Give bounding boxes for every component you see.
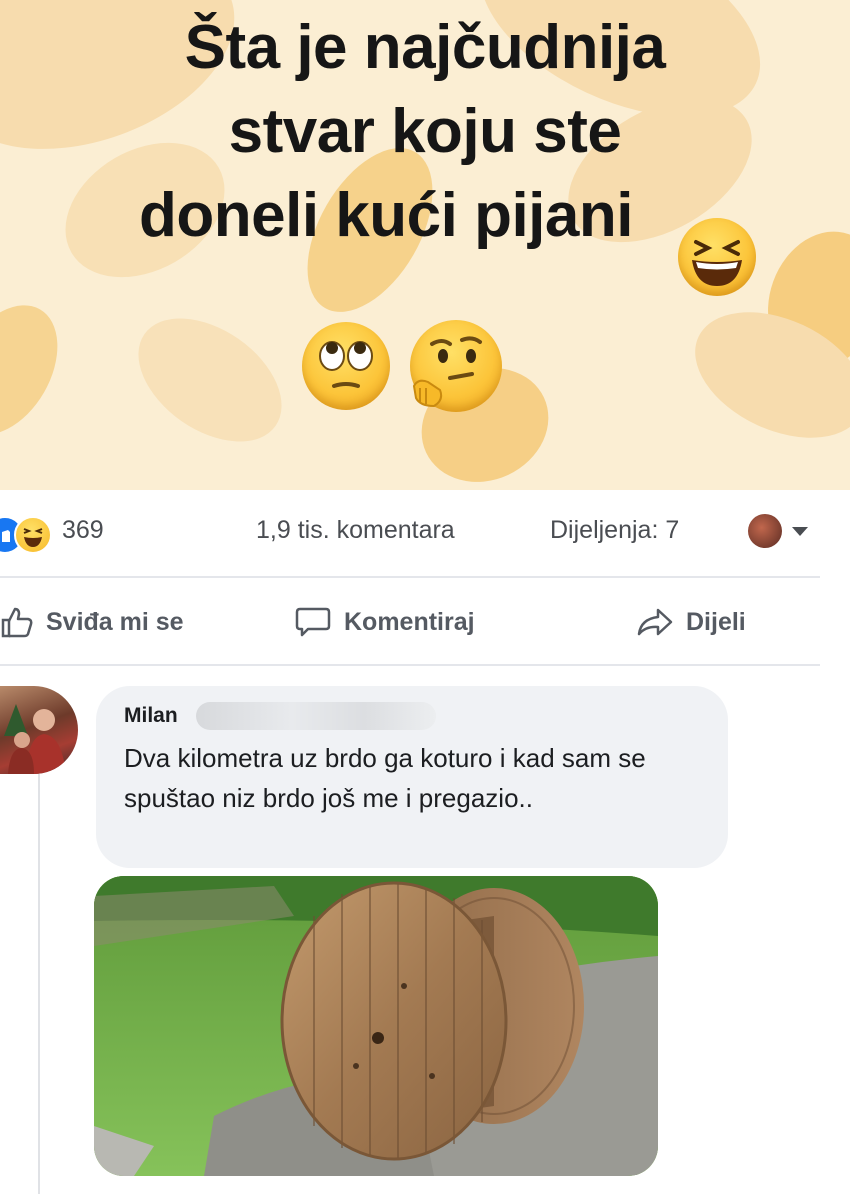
haha-reaction-icon (14, 516, 52, 554)
post-title-line: stvar koju ste (228, 97, 622, 166)
chevron-down-icon[interactable] (792, 527, 808, 536)
like-button-label: Sviđa mi se (46, 607, 184, 636)
share-arrow-icon (637, 608, 673, 636)
comment-author[interactable]: Milan (124, 704, 178, 728)
comment-photo[interactable] (94, 876, 658, 1176)
share-button-label: Dijeli (686, 607, 746, 636)
comment-button[interactable]: Komentiraj (294, 600, 475, 644)
page-avatar-selector[interactable] (748, 514, 782, 548)
comment-text: Dva kilometra uz brdo ga koturo i kad sa… (124, 743, 646, 813)
divider (0, 664, 820, 666)
thread-line (38, 774, 40, 1194)
rolling-eyes-emoji-icon (302, 322, 390, 410)
redacted-surname (196, 702, 436, 730)
comment-button-label: Komentiraj (344, 607, 475, 636)
like-button[interactable]: Sviđa mi se (0, 600, 184, 644)
share-button[interactable]: Dijeli (636, 600, 746, 644)
reactions-count[interactable]: 369 (62, 516, 104, 545)
post-banner: Šta je najčudnija stvar koju ste doneli … (0, 0, 850, 490)
comment-icon (295, 607, 331, 637)
comments-count[interactable]: 1,9 tis. komentara (256, 516, 455, 545)
thumbs-up-icon (1, 607, 33, 638)
post-stats: 369 1,9 tis. komentara Dijeljenja: 7 (0, 500, 850, 564)
post-title-line: Šta je najčudnija (184, 13, 666, 82)
thinking-emoji-icon (410, 320, 502, 412)
shares-count[interactable]: Dijeljenja: 7 (550, 516, 679, 545)
comment-bubble[interactable]: Milan Dva kilometra uz brdo ga koturo i … (96, 686, 728, 868)
laughing-emoji-icon (678, 218, 756, 296)
commenter-avatar[interactable] (0, 686, 78, 774)
divider (0, 576, 820, 578)
facebook-post-screenshot: Šta je najčudnija stvar koju ste doneli … (0, 0, 850, 1200)
